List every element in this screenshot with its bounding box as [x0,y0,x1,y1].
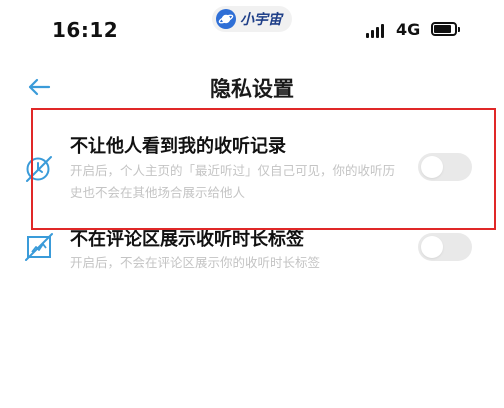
toggle-knob [421,236,443,258]
network-type: 4G [396,20,421,39]
app-indicator-pill: 小宇宙 [212,6,292,32]
listening-history-icon [24,154,54,184]
setting-description: 开启后，个人主页的「最近听过」仅自己可见，你的收听历史也不会在其他场合展示给他人 [70,163,396,200]
status-time: 16:12 [52,18,119,42]
page-title: 隐私设置 [210,77,294,101]
hide-duration-label-toggle[interactable] [418,233,472,261]
signal-strength-icon [366,22,384,38]
setting-description: 开启后，不会在评论区展示你的收听时长标签 [70,255,321,270]
hide-listening-history-toggle[interactable] [418,153,472,181]
privacy-settings-screen: 16:12 小宇宙 4G 隐私设置 不让他人看到我的收听记录 开启后，个人主页的… [0,0,504,408]
toggle-knob [421,156,443,178]
setting-title: 不让他人看到我的收听记录 [70,136,286,157]
planet-icon [216,9,236,29]
listening-duration-label-icon [24,232,54,262]
battery-icon [431,22,457,36]
app-name: 小宇宙 [240,12,282,28]
battery-cap [458,27,460,32]
setting-title: 不在评论区展示收听时长标签 [70,229,304,250]
